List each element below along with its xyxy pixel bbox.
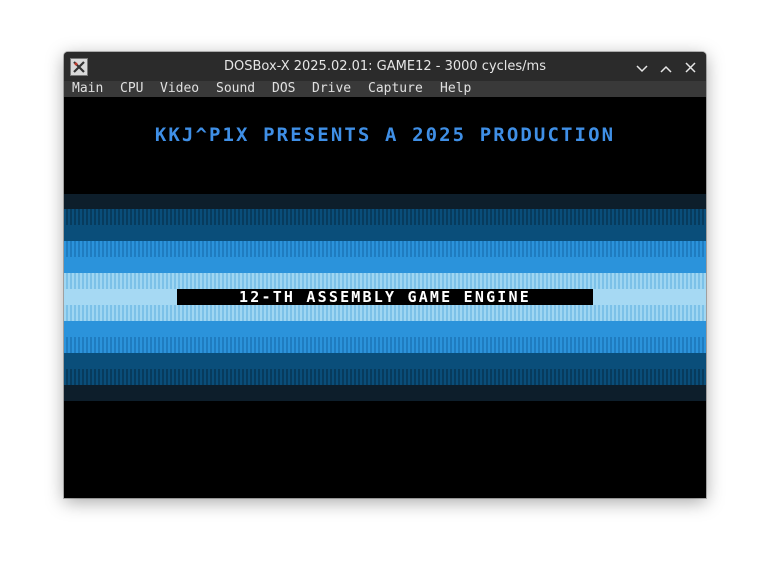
menu-bar: Main CPU Video Sound DOS Drive Capture H… [64,81,706,97]
band-edge-bottom [64,385,706,401]
presents-banner: KKJ^P1X PRESENTS A 2025 PRODUCTION [154,124,616,146]
band-mid-solid-bottom [64,321,706,337]
band-dark-top [64,209,706,225]
band-dark-solid-bottom [64,353,706,369]
menu-drive[interactable]: Drive [312,81,351,97]
menu-main[interactable]: Main [72,81,103,97]
band-light-bottom [64,305,706,321]
band-edge-top [64,194,706,209]
band-mid-solid-top [64,257,706,273]
close-icon [684,58,696,77]
maximize-button[interactable] [656,57,676,77]
menu-help[interactable]: Help [440,81,471,97]
band-light-top [64,273,706,289]
band-mid-bottom [64,337,706,353]
minimize-button[interactable] [632,57,652,77]
dos-screen[interactable]: KKJ^P1X PRESENTS A 2025 PRODUCTION 12-TH… [64,97,706,498]
engine-title: 12-TH ASSEMBLY GAME ENGINE [239,288,531,306]
window-title: DOSBox-X 2025.02.01: GAME12 - 3000 cycle… [224,59,546,74]
dosbox-window: DOSBox-X 2025.02.01: GAME12 - 3000 cycle… [64,52,706,498]
maximize-icon [660,58,672,77]
band-mid-top [64,241,706,257]
menu-capture[interactable]: Capture [368,81,423,97]
engine-title-box: 12-TH ASSEMBLY GAME ENGINE [177,288,593,306]
minimize-icon [636,58,648,77]
menu-sound[interactable]: Sound [216,81,255,97]
title-bar[interactable]: DOSBox-X 2025.02.01: GAME12 - 3000 cycle… [64,52,706,81]
menu-dos[interactable]: DOS [272,81,295,97]
menu-cpu[interactable]: CPU [120,81,143,97]
menu-video[interactable]: Video [160,81,199,97]
band-dark-solid-top [64,225,706,241]
close-button[interactable] [680,57,700,77]
band-dark-bottom [64,369,706,385]
